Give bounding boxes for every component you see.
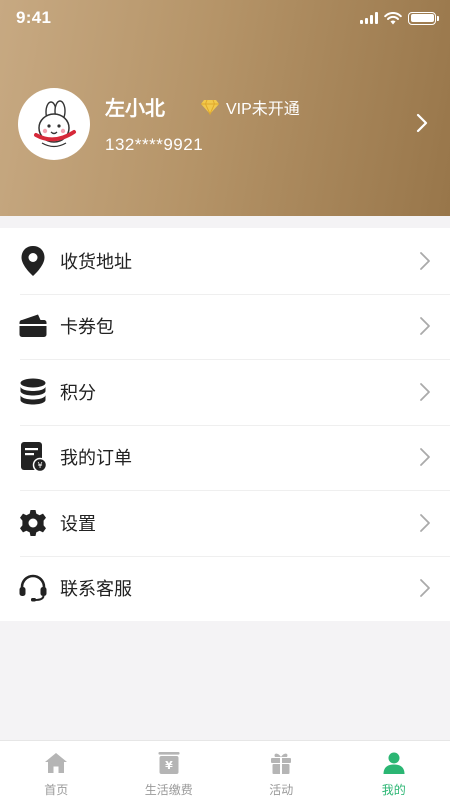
payment-icon: ¥ bbox=[156, 750, 182, 776]
tab-label: 我的 bbox=[381, 783, 406, 797]
menu-item-customer-service[interactable]: 联系客服 bbox=[0, 555, 450, 622]
menu-item-label: 卡券包 bbox=[60, 317, 114, 338]
chevron-right-icon bbox=[420, 448, 430, 467]
person-icon bbox=[381, 750, 407, 776]
menu-item-label: 积分 bbox=[60, 382, 96, 403]
vip-status-label: VIP未开通 bbox=[226, 101, 300, 118]
tab-label: 生活缴费 bbox=[144, 783, 193, 797]
svg-text:¥: ¥ bbox=[165, 759, 173, 772]
battery-icon bbox=[408, 11, 439, 25]
chevron-right-icon bbox=[420, 513, 430, 532]
menu-list: 收货地址 卡券包 积分 ¥ 我的订单 设置 联系客服 bbox=[0, 228, 450, 621]
tab-label: 活动 bbox=[269, 783, 294, 797]
svg-text:¥: ¥ bbox=[37, 461, 42, 470]
status-icons bbox=[360, 10, 439, 26]
tab-activities[interactable]: 活动 bbox=[225, 741, 338, 800]
status-bar: 9:41 bbox=[0, 0, 450, 36]
menu-item-label: 我的订单 bbox=[60, 448, 132, 469]
username: 左小北 bbox=[105, 98, 165, 120]
headset-icon bbox=[18, 573, 48, 603]
phone-number: 132****9921 bbox=[105, 135, 204, 154]
menu-item-points[interactable]: 积分 bbox=[0, 359, 450, 425]
menu-item-label: 联系客服 bbox=[60, 579, 132, 600]
chevron-right-icon bbox=[420, 251, 430, 270]
chevron-right-icon bbox=[420, 317, 430, 336]
status-time: 9:41 bbox=[16, 8, 52, 27]
tab-payment[interactable]: ¥ 生活缴费 bbox=[113, 741, 226, 800]
menu-item-coupons[interactable]: 卡券包 bbox=[0, 293, 450, 360]
wifi-icon bbox=[384, 11, 402, 24]
gift-icon bbox=[268, 750, 294, 776]
signal-icon bbox=[360, 12, 378, 24]
diamond-icon bbox=[201, 99, 219, 115]
order-icon: ¥ bbox=[18, 442, 48, 473]
avatar[interactable] bbox=[18, 88, 90, 160]
vip-status[interactable]: VIP未开通 bbox=[200, 95, 300, 119]
menu-item-label: 收货地址 bbox=[60, 251, 132, 272]
menu-item-address[interactable]: 收货地址 bbox=[0, 228, 450, 294]
tab-mine[interactable]: 我的 bbox=[338, 741, 450, 800]
tab-home[interactable]: 首页 bbox=[0, 741, 113, 800]
chevron-right-icon bbox=[420, 579, 430, 598]
chevron-right-icon bbox=[420, 382, 430, 401]
wallet-icon bbox=[18, 311, 48, 341]
menu-item-settings[interactable]: 设置 bbox=[0, 490, 450, 556]
menu-item-label: 设置 bbox=[60, 513, 96, 534]
tab-label: 首页 bbox=[44, 783, 69, 797]
location-pin-icon bbox=[18, 245, 48, 276]
profile-header: 9:41 左小北 VIP未开通 132****9921 bbox=[0, 0, 450, 216]
coin-stack-icon bbox=[18, 377, 48, 407]
gear-icon bbox=[18, 508, 48, 538]
home-icon bbox=[43, 750, 69, 776]
chevron-right-icon[interactable] bbox=[410, 110, 434, 136]
menu-item-orders[interactable]: ¥ 我的订单 bbox=[0, 424, 450, 491]
bottom-tab-bar: 首页 ¥ 生活缴费 活动 我的 bbox=[0, 740, 450, 800]
